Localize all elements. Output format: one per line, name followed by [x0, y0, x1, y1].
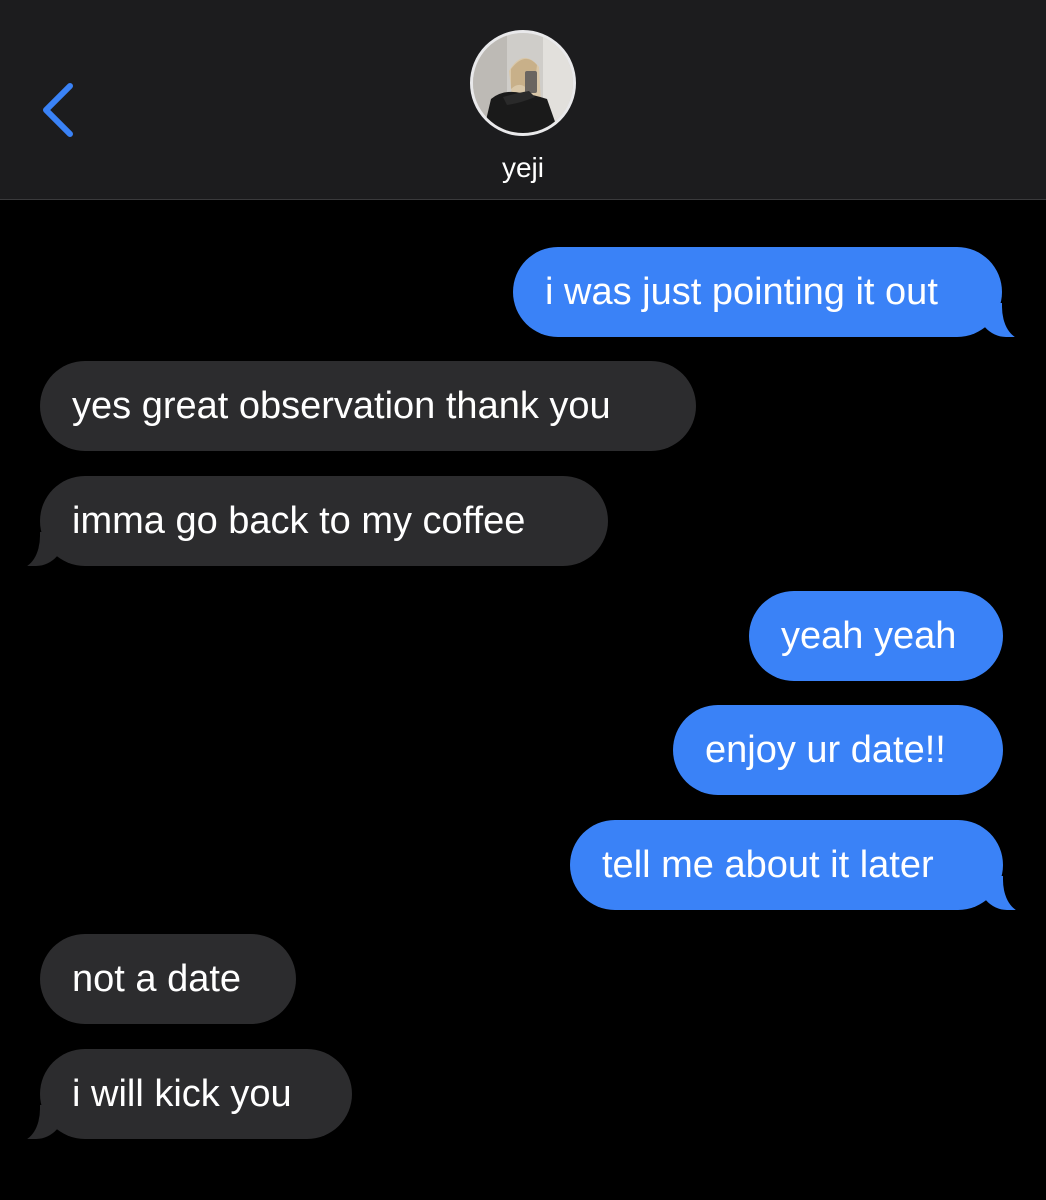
message-thread[interactable]: i was just pointing it out yes great obs…: [0, 201, 1046, 1200]
message-text: imma go back to my coffee: [72, 500, 526, 542]
avatar[interactable]: [470, 30, 576, 136]
message-bubble-sent[interactable]: enjoy ur date!!: [673, 705, 1003, 795]
message-bubble-received[interactable]: i will kick you: [16, 1049, 352, 1141]
conversation-header: yeji: [0, 0, 1046, 200]
message-text: yeah yeah: [781, 615, 957, 657]
contact-name[interactable]: yeji: [0, 150, 1046, 186]
contact-photo: [473, 33, 573, 133]
message-bubble-received[interactable]: not a date: [40, 934, 296, 1024]
chevron-left-icon: [43, 83, 73, 137]
message-text: enjoy ur date!!: [705, 729, 946, 771]
message-text: i will kick you: [72, 1073, 292, 1115]
message-text: yes great observation thank you: [72, 385, 611, 427]
message-text: not a date: [72, 958, 242, 1000]
message-bubble-sent[interactable]: tell me about it later: [570, 820, 1027, 912]
message-bubble-received[interactable]: imma go back to my coffee: [16, 476, 608, 568]
message-bubble-sent[interactable]: i was just pointing it out: [513, 247, 1026, 339]
message-bubble-received[interactable]: yes great observation thank you: [40, 361, 696, 451]
message-text: tell me about it later: [602, 844, 934, 886]
message-text: i was just pointing it out: [545, 271, 938, 313]
message-bubble-sent[interactable]: yeah yeah: [749, 591, 1003, 681]
back-button[interactable]: [30, 72, 90, 148]
